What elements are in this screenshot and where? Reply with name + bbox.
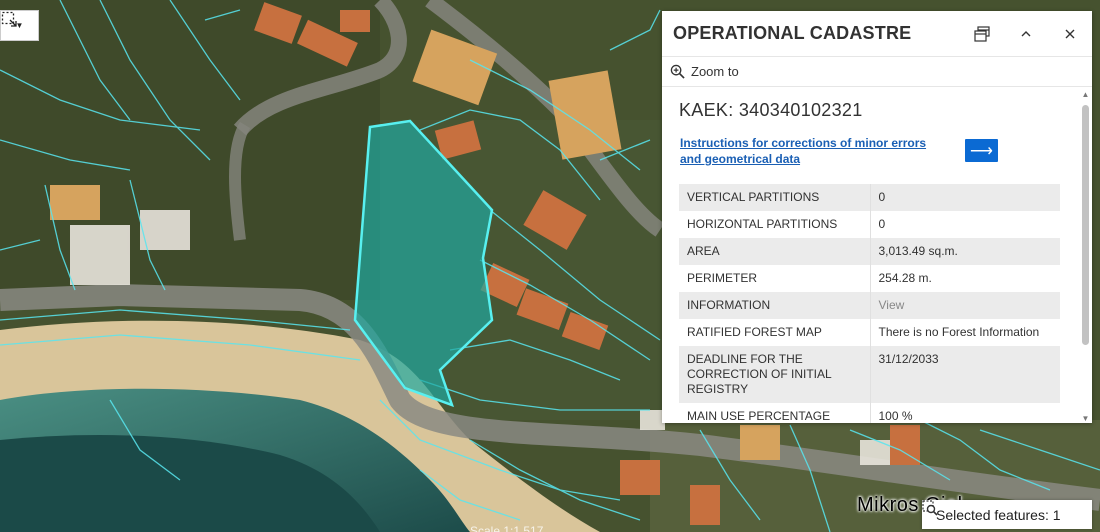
popup-content: KAEK: 340340102321 Instructions for corr…: [662, 88, 1080, 423]
table-row: MAIN USE PERCENTAGE 100 %: [679, 403, 1060, 423]
attribute-key: DEADLINE FOR THE CORRECTION OF INITIAL R…: [679, 346, 871, 403]
attribute-value: 3,013.49 sq.m.: [870, 238, 1060, 265]
zoom-to-label: Zoom to: [691, 64, 739, 79]
attribute-value: 0: [870, 211, 1060, 238]
collapse-button[interactable]: [1004, 12, 1048, 56]
selected-features-label: Selected features: 1: [936, 506, 1061, 523]
table-row: RATIFIED FOREST MAP There is no Forest I…: [679, 319, 1060, 346]
instructions-link[interactable]: Instructions for corrections of minor er…: [680, 135, 950, 167]
popup-scrollbar[interactable]: ▲ ▼: [1079, 88, 1092, 423]
feature-title: KAEK: 340340102321: [679, 100, 863, 120]
select-by-rectangle-button[interactable]: ▼: [0, 10, 39, 41]
scale-label: Scale 1:1,517: [470, 524, 544, 532]
zoom-to-button[interactable]: Zoom to: [662, 57, 1092, 87]
attribute-value: 0: [870, 184, 1060, 211]
attribute-key: AREA: [679, 238, 871, 265]
table-row: HORIZONTAL PARTITIONS 0: [679, 211, 1060, 238]
selected-features-button[interactable]: Selected features: 1: [922, 500, 1092, 529]
select-rectangle-icon: [1, 11, 17, 27]
table-row: PERIMETER 254.28 m.: [679, 265, 1060, 292]
scroll-down-icon[interactable]: ▼: [1081, 414, 1090, 423]
arrow-right-button[interactable]: ⟶: [965, 139, 998, 162]
popup-header: OPERATIONAL CADASTRE: [662, 11, 1092, 57]
attribute-key: RATIFIED FOREST MAP: [679, 319, 871, 346]
attribute-key: VERTICAL PARTITIONS: [679, 184, 871, 211]
scrollbar-thumb[interactable]: [1082, 105, 1089, 345]
close-icon: [1065, 29, 1075, 38]
popup-title: OPERATIONAL CADASTRE: [673, 23, 912, 43]
instructions-row: Instructions for corrections of minor er…: [680, 135, 1080, 167]
attribute-value: 254.28 m.: [870, 265, 1060, 292]
feature-popup: OPERATIONAL CADASTRE Zoom to KAEK: 34034…: [662, 11, 1092, 423]
attribute-value: 31/12/2033: [870, 346, 1060, 403]
attribute-value: There is no Forest Information: [870, 319, 1060, 346]
table-row: DEADLINE FOR THE CORRECTION OF INITIAL R…: [679, 346, 1060, 403]
view-information-link[interactable]: View: [870, 292, 1060, 319]
attribute-value: 100 %: [870, 403, 1060, 423]
arrow-right-icon: ⟶: [970, 142, 993, 160]
attribute-key: HORIZONTAL PARTITIONS: [679, 211, 871, 238]
table-row: AREA 3,013.49 sq.m.: [679, 238, 1060, 265]
attribute-key: MAIN USE PERCENTAGE: [679, 403, 871, 423]
close-button[interactable]: [1048, 12, 1092, 56]
table-row: INFORMATION View: [679, 292, 1060, 319]
dock-button[interactable]: [960, 12, 1004, 56]
scroll-up-icon[interactable]: ▲: [1081, 90, 1090, 99]
collapse-icon: [1021, 30, 1031, 36]
attributes-table: VERTICAL PARTITIONS 0 HORIZONTAL PARTITI…: [679, 184, 1060, 423]
zoom-to-selection-icon: [922, 500, 938, 516]
zoom-in-icon: [670, 64, 685, 79]
attribute-key: INFORMATION: [679, 292, 871, 319]
table-row: VERTICAL PARTITIONS 0: [679, 184, 1060, 211]
dock-icon: [974, 25, 990, 42]
attribute-key: PERIMETER: [679, 265, 871, 292]
